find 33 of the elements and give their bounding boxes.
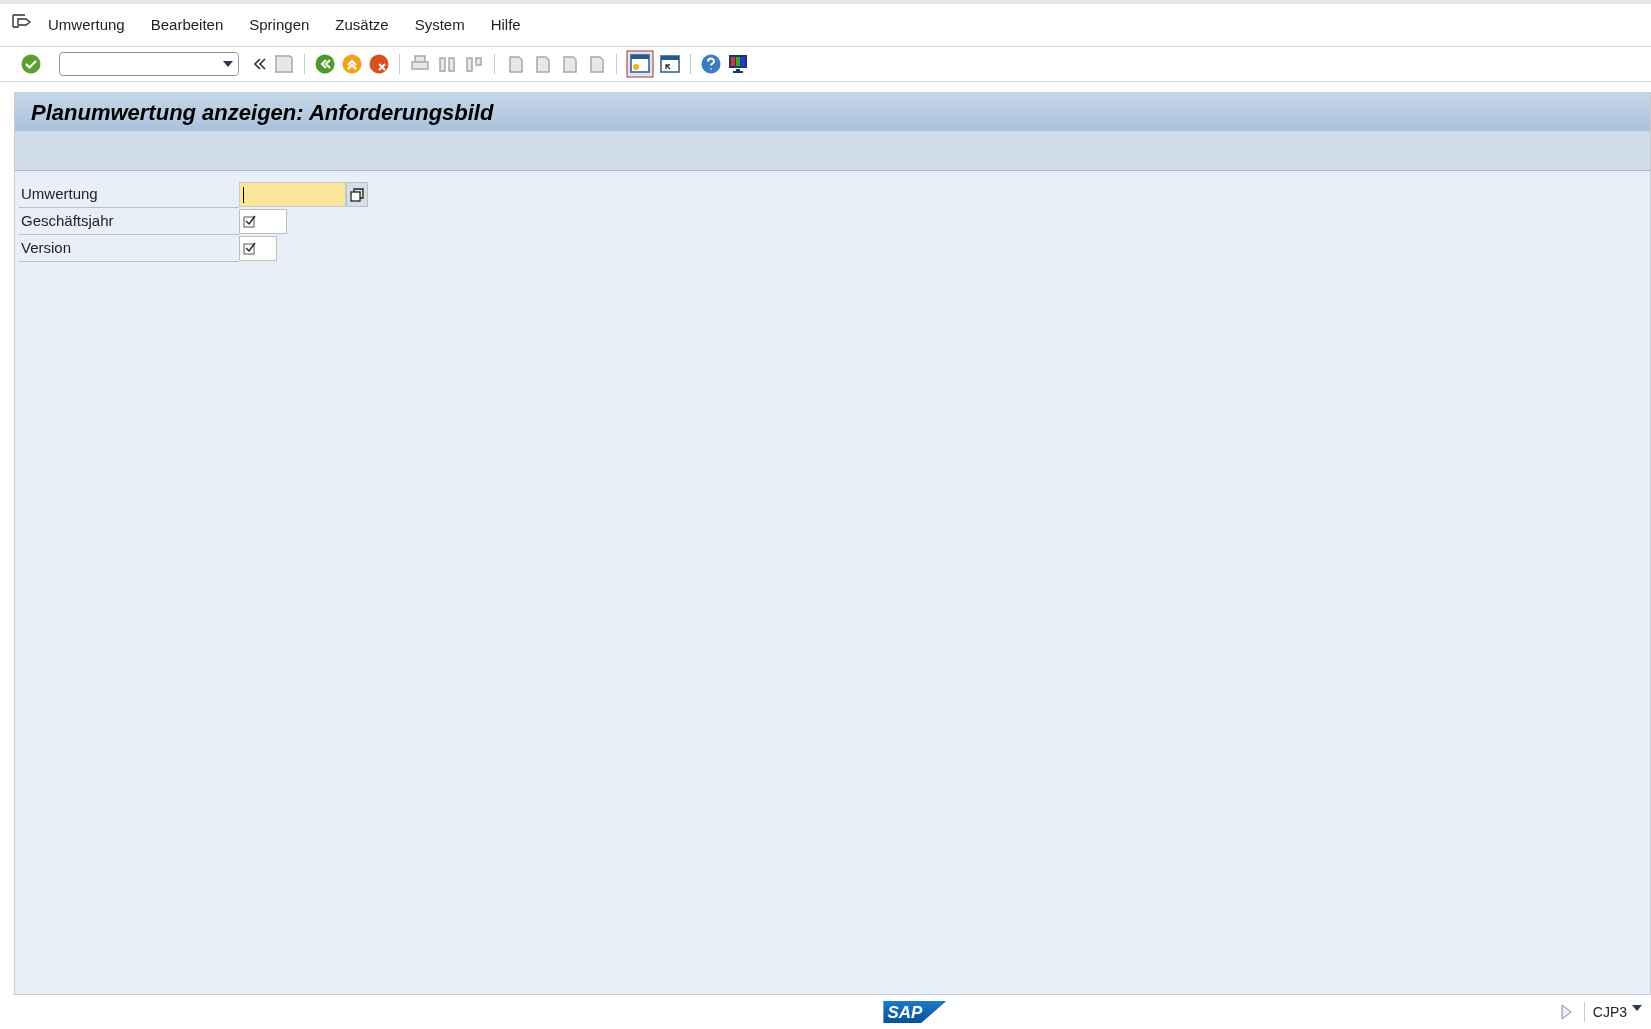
cancel-icon[interactable] bbox=[368, 53, 390, 75]
new-window-icon[interactable] bbox=[626, 50, 654, 78]
field-label: Umwertung bbox=[19, 181, 239, 208]
menu-item[interactable]: Umwertung bbox=[48, 13, 125, 37]
transaction-code: CJP3 bbox=[1592, 1002, 1627, 1022]
sap-logo: SAP bbox=[883, 1001, 947, 1023]
play-icon[interactable] bbox=[1559, 1004, 1572, 1020]
confirm-icon[interactable] bbox=[20, 53, 42, 75]
dropdown-arrow-icon[interactable] bbox=[222, 60, 234, 68]
menu-item[interactable]: Hilfe bbox=[490, 13, 521, 37]
dropdown-arrow-icon[interactable] bbox=[1631, 1004, 1643, 1012]
help-icon[interactable] bbox=[700, 53, 722, 75]
menu-item[interactable]: System bbox=[414, 13, 465, 37]
field-label: Version bbox=[19, 235, 239, 262]
menu-icon[interactable] bbox=[12, 13, 32, 29]
required-check-icon bbox=[243, 214, 257, 229]
double-chevron-icon[interactable] bbox=[252, 56, 268, 72]
input-field[interactable] bbox=[239, 209, 287, 234]
back-icon[interactable] bbox=[314, 53, 336, 75]
menu-item[interactable]: Bearbeiten bbox=[150, 13, 224, 37]
field-label: Geschäftsjahr bbox=[19, 208, 239, 235]
monitor-icon[interactable] bbox=[727, 53, 749, 75]
value-help-button[interactable] bbox=[346, 182, 368, 207]
screen-title: Planumwertung anzeigen: Anforderungsbild bbox=[31, 98, 494, 127]
input-field[interactable] bbox=[239, 182, 346, 207]
shortcut-window-icon[interactable] bbox=[659, 53, 681, 75]
menu-item[interactable]: Springen bbox=[249, 13, 310, 37]
input-field[interactable] bbox=[239, 236, 277, 261]
required-check-icon bbox=[243, 241, 257, 256]
copy-icon bbox=[350, 187, 364, 202]
menu-item[interactable]: Zusätze bbox=[335, 13, 389, 37]
command-field[interactable] bbox=[59, 52, 239, 76]
exit-icon[interactable] bbox=[341, 53, 363, 75]
